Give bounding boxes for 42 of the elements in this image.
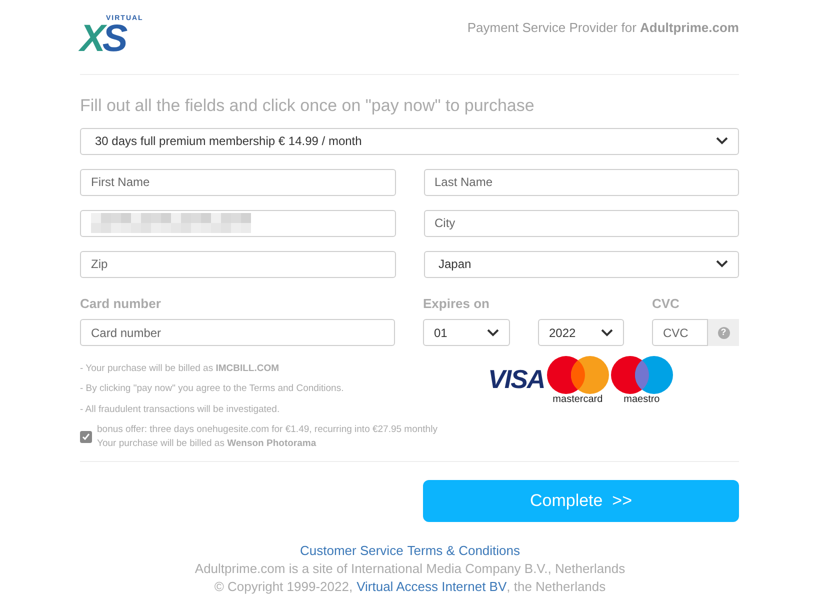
cvc-label: CVC (652, 294, 680, 312)
expires-label: Expires on (423, 294, 490, 313)
company-link[interactable]: Virtual Access Internet BV (356, 578, 507, 596)
complete-button[interactable]: Complete >> (423, 480, 739, 522)
chevron-down-icon (601, 328, 613, 336)
year-select[interactable]: 2022 (538, 319, 624, 346)
card-number-label: Card number (80, 294, 162, 312)
address-field[interactable] (80, 210, 396, 236)
visa-logo: VISA (488, 363, 545, 396)
maestro-circles-icon (610, 356, 673, 394)
notice-text: - All fraudulent transactions will be investigated. (80, 402, 281, 416)
notice-text: - Your purchase will be billed as IMCBILL.COM (80, 362, 280, 376)
form-heading: Fill out all the fields and click once on "pay now" to purchase (80, 95, 536, 117)
copyright-text: © Copyright 1999-2022, (214, 578, 353, 596)
mastercard-circles-icon (546, 356, 609, 394)
chevron-down-icon (716, 137, 728, 145)
maestro-label: maestro (624, 394, 660, 406)
redacted-value-icon (91, 213, 251, 233)
text-field[interactable]: First Name (80, 168, 396, 196)
check-icon (82, 432, 90, 441)
notice-text: - By clicking "pay now" you agree to the Terms and Conditions. (80, 382, 345, 396)
cvc-field[interactable]: CVC (652, 319, 708, 346)
bonus-offer-text: bonus offer: three days onehugesite.com for €1.49, recurring into €27.95 monthly (97, 422, 438, 437)
company-text: Adultprime.com is a site of International Media Company B.V., Netherlands (194, 560, 626, 578)
logo-letters: XS (80, 22, 125, 56)
help-icon[interactable]: ? (718, 326, 730, 338)
mastercard-label: mastercard (552, 394, 603, 406)
footer-link[interactable]: Customer Service (300, 542, 404, 560)
month-select[interactable]: 01 (423, 319, 510, 346)
chevron-down-icon (716, 260, 728, 268)
plan-select[interactable]: 30 days full premium membership € 14.99 / month (80, 128, 739, 154)
text-field[interactable]: City (424, 210, 739, 236)
card-number-field[interactable]: Card number (80, 319, 395, 346)
footer-link[interactable]: Terms & Conditions (407, 542, 520, 560)
country-select[interactable]: Japan (424, 250, 739, 278)
copyright-suffix: , the Netherlands (506, 578, 606, 596)
bonus-offer-text: Your purchase will be billed as Wenson Photorama (97, 436, 318, 451)
text-field[interactable]: Last Name (424, 168, 739, 196)
tagline: Payment Service Provider for Adultprime.com (467, 19, 739, 37)
chevron-down-icon (487, 328, 499, 336)
text-field[interactable]: Zip (80, 250, 396, 278)
bonus-checkbox[interactable] (80, 430, 92, 443)
